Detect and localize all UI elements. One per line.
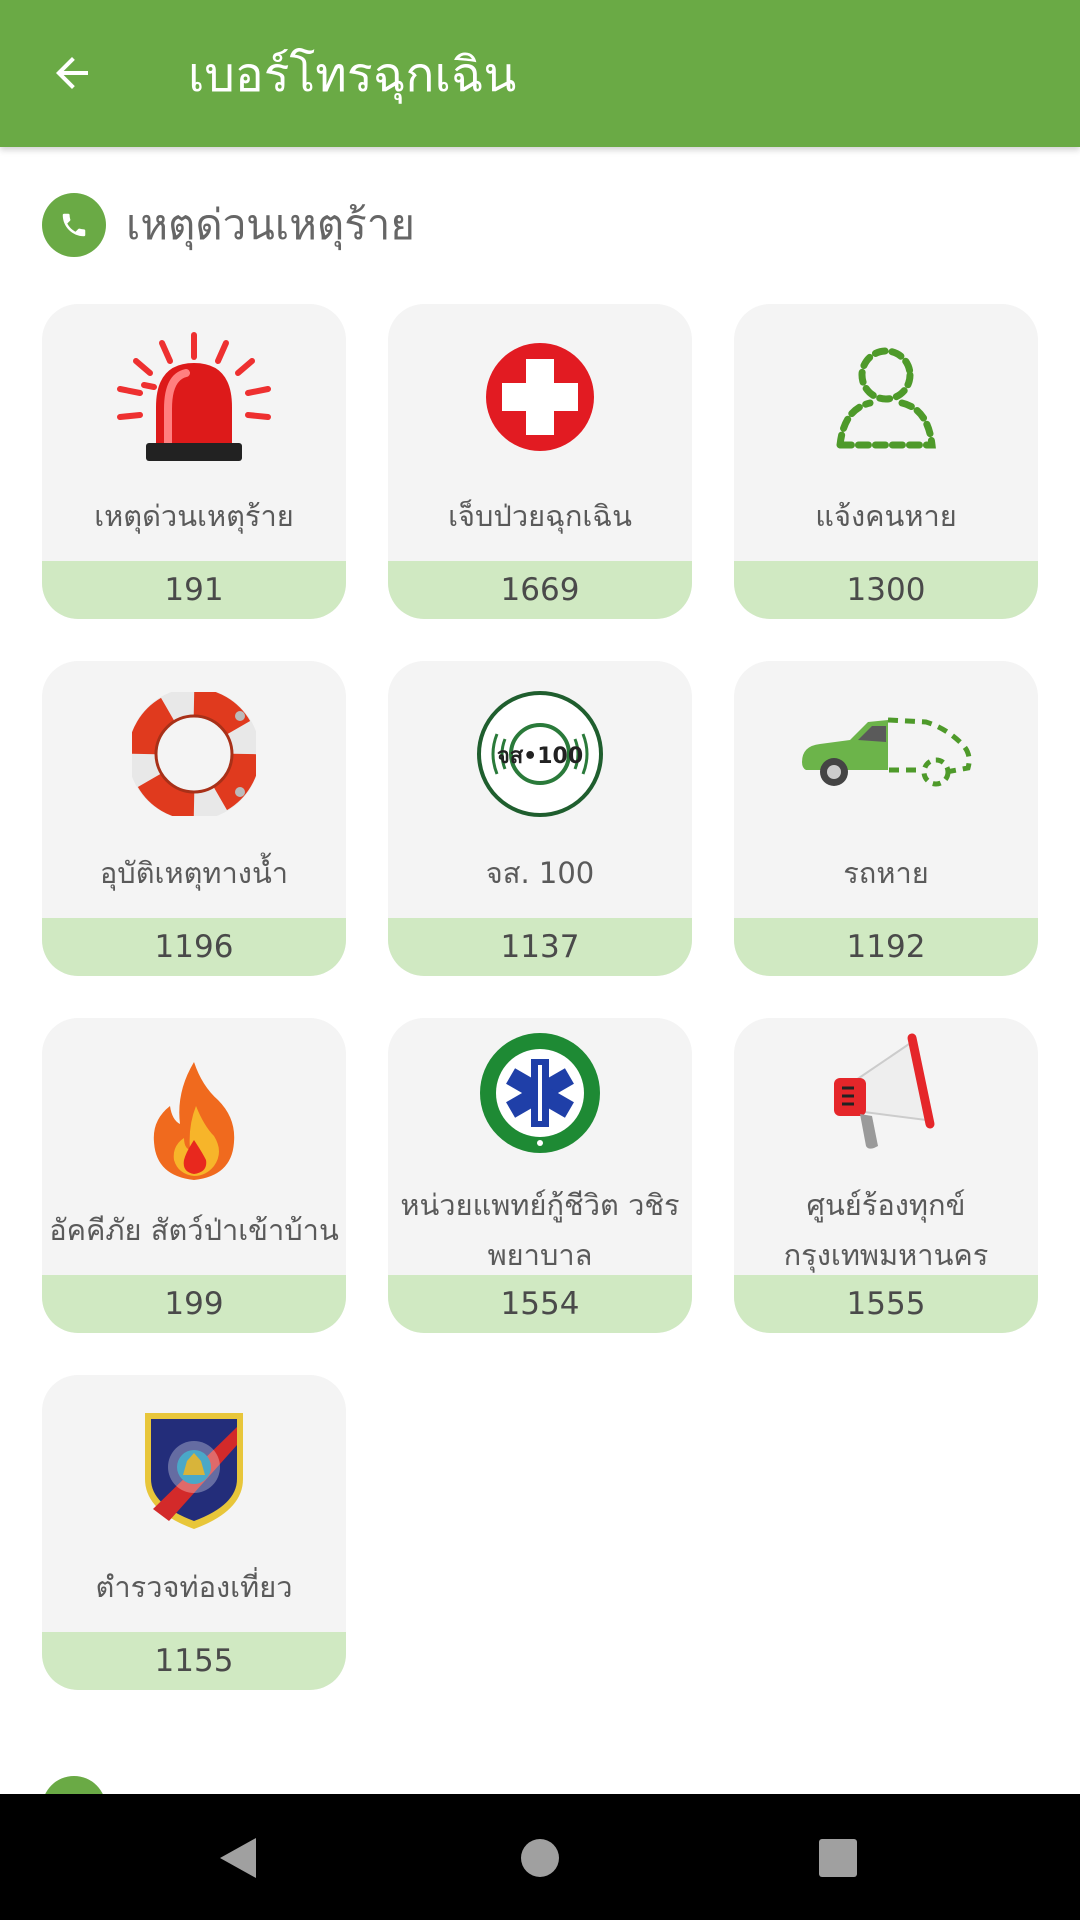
megaphone-icon (734, 1028, 1038, 1153)
medical-cross-icon (388, 324, 692, 469)
app-bar: เบอร์โทรฉุกเฉิน (0, 0, 1080, 147)
card-label: เจ็บป่วยฉุกเฉิน (448, 499, 632, 533)
circle-home-icon (521, 1839, 559, 1877)
missing-person-icon (734, 324, 1038, 469)
card-label: รถหาย (843, 856, 929, 890)
card-number: 199 (42, 1275, 346, 1333)
emergency-card-1192[interactable]: รถหาย 1192 (734, 661, 1038, 976)
back-button[interactable] (36, 37, 108, 109)
lifebuoy-icon (42, 681, 346, 826)
card-number: 191 (42, 561, 346, 619)
vajira-ems-logo-icon (388, 1033, 692, 1153)
phone-icon (42, 193, 106, 257)
nav-recents-button[interactable] (798, 1820, 878, 1896)
arrow-back-icon (56, 57, 88, 89)
square-recents-icon (819, 1839, 857, 1877)
card-number: 1192 (734, 918, 1038, 976)
card-number: 1554 (388, 1275, 692, 1333)
card-label: จส. 100 (485, 856, 595, 890)
card-number: 1555 (734, 1275, 1038, 1333)
emergency-card-1554[interactable]: หน่วยแพทย์กู้ชีวิต วชิรพยาบาล 1554 (388, 1018, 692, 1333)
js100-logo-text: จส•100 (497, 744, 583, 769)
fire-icon (42, 1048, 346, 1193)
card-label: อุบัติเหตุทางน้ำ (99, 856, 289, 890)
card-number: 1196 (42, 918, 346, 976)
missing-car-icon (734, 681, 1038, 826)
siren-icon (42, 324, 346, 469)
card-label: ตำรวจท่องเที่ยว (95, 1570, 293, 1604)
tourist-police-badge-icon (42, 1405, 346, 1533)
emergency-card-1155[interactable]: ตำรวจท่องเที่ยว 1155 (42, 1375, 346, 1690)
emergency-card-1669[interactable]: เจ็บป่วยฉุกเฉิน 1669 (388, 304, 692, 619)
card-label: แจ้งคนหาย (815, 499, 957, 533)
card-number: 1300 (734, 561, 1038, 619)
emergency-card-1300[interactable]: แจ้งคนหาย 1300 (734, 304, 1038, 619)
system-nav-bar (0, 1794, 1080, 1920)
card-label: เหตุด่วนเหตุร้าย (94, 499, 294, 533)
section-header: เหตุด่วนเหตุร้าย (42, 193, 415, 257)
card-number: 1669 (388, 561, 692, 619)
emergency-card-191[interactable]: เหตุด่วนเหตุร้าย 191 (42, 304, 346, 619)
emergency-card-199[interactable]: อัคคีภัย สัตว์ป่าเข้าบ้าน 199 (42, 1018, 346, 1333)
card-number: 1137 (388, 918, 692, 976)
section-title: เหตุด่วนเหตุร้าย (126, 200, 415, 249)
js100-logo-icon: จส•100 (388, 681, 692, 826)
nav-home-button[interactable] (500, 1820, 580, 1896)
card-number: 1155 (42, 1632, 346, 1690)
emergency-card-1196[interactable]: อุบัติเหตุทางน้ำ 1196 (42, 661, 346, 976)
emergency-card-1137[interactable]: จส•100 จส. 100 1137 (388, 661, 692, 976)
card-label: หน่วยแพทย์กู้ชีวิต วชิรพยาบาล (400, 1188, 680, 1272)
card-label: อัคคีภัย สัตว์ป่าเข้าบ้าน (49, 1213, 339, 1247)
page-title: เบอร์โทรฉุกเฉิน (188, 47, 517, 103)
card-label: ศูนย์ร้องทุกข์กรุงเทพมหานคร (783, 1188, 989, 1272)
triangle-back-icon (220, 1838, 256, 1878)
emergency-card-1555[interactable]: ศูนย์ร้องทุกข์กรุงเทพมหานคร 1555 (734, 1018, 1038, 1333)
nav-back-button[interactable] (198, 1820, 278, 1896)
